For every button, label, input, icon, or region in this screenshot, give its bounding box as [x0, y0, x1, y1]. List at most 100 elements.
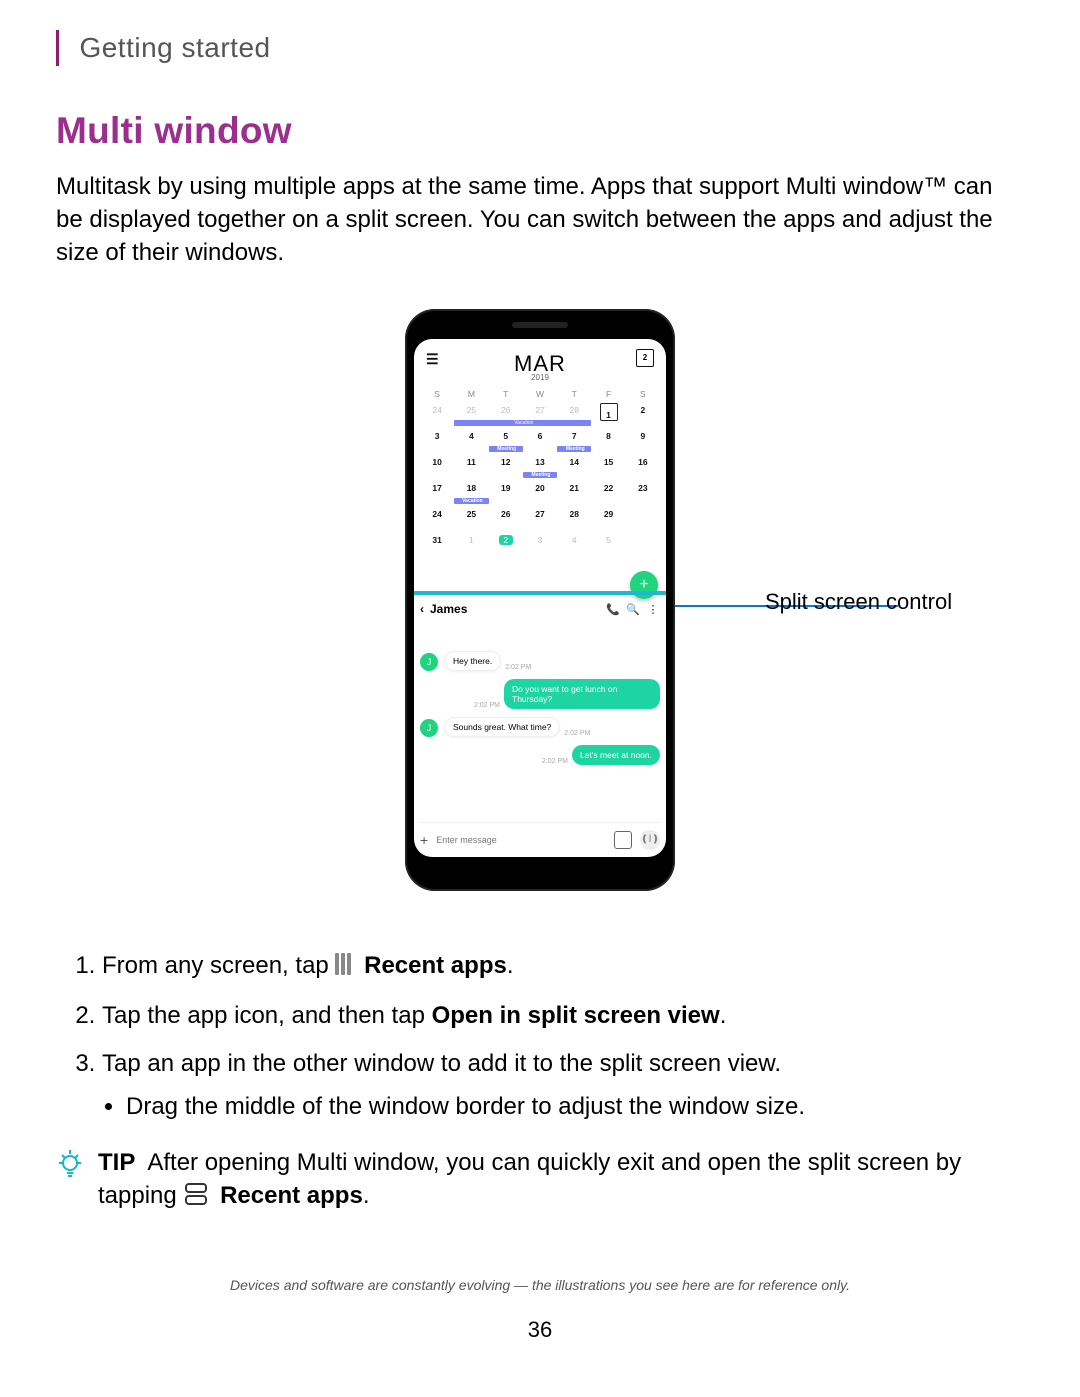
day[interactable]: 28 — [557, 402, 591, 415]
event-bar: Vacation — [454, 498, 488, 504]
tip-block: TIP After opening Multi window, you can … — [56, 1146, 1024, 1213]
calendar-grid: S M T W T F S 24 25 Vacation — [420, 386, 660, 558]
day[interactable]: 20 — [523, 480, 557, 493]
day[interactable]: 26 — [489, 402, 523, 415]
phone-screen: ☰ MAR 2 2019 S M T W T — [414, 339, 666, 857]
day[interactable]: 23 — [626, 480, 660, 493]
day[interactable]: 9 — [626, 428, 660, 441]
day[interactable]: 8 — [591, 428, 625, 441]
day[interactable]: 4 — [454, 428, 488, 441]
header-rule — [56, 30, 59, 66]
event-bar: Meeting — [523, 472, 557, 478]
day[interactable]: 4 — [557, 532, 591, 545]
step-3-sub: Drag the middle of the window border to … — [126, 1090, 1024, 1124]
dow: S — [626, 386, 660, 402]
day[interactable]: 27 — [523, 402, 557, 415]
day[interactable]: 10 — [420, 454, 454, 467]
today-cell[interactable]: 1 — [600, 403, 618, 421]
event-bar: Meeting — [489, 446, 523, 452]
section-header: Getting started — [56, 30, 1024, 66]
avatar: J — [420, 719, 438, 737]
day[interactable]: 3 — [523, 532, 557, 545]
day[interactable]: 2 — [626, 402, 660, 415]
dow: W — [523, 386, 557, 402]
day[interactable] — [626, 506, 660, 509]
dow: S — [420, 386, 454, 402]
day[interactable]: 12 — [489, 454, 523, 467]
message-composer: + Enter message ❪ǀ❫ — [420, 822, 660, 853]
incoming-bubble[interactable]: Hey there. — [444, 651, 501, 671]
day[interactable]: 31 — [420, 532, 454, 545]
page-title: Multi window — [56, 110, 1024, 152]
recent-apps-label: Recent apps — [364, 952, 507, 979]
day[interactable]: 28 — [557, 506, 591, 519]
dow: T — [557, 386, 591, 402]
calendar-app: ☰ MAR 2 2019 S M T W T — [414, 339, 666, 591]
message-thread: J Hey there. 2:02 PM 2:02 PM Do you want… — [420, 623, 660, 765]
call-icon[interactable]: 📞 — [606, 603, 620, 616]
day[interactable]: 14 — [557, 454, 591, 467]
day[interactable]: 2 — [499, 535, 513, 545]
timestamp: 2:02 PM — [505, 664, 531, 671]
day[interactable]: 18 — [454, 480, 488, 493]
back-icon[interactable]: ‹ — [420, 602, 424, 616]
outgoing-bubble[interactable]: Do you want to get lunch on Thursday? — [504, 679, 660, 709]
dow: T — [489, 386, 523, 402]
tip-bulb-icon — [56, 1146, 84, 1213]
day[interactable]: 11 — [454, 454, 488, 467]
tip-text: TIP After opening Multi window, you can … — [98, 1146, 1024, 1213]
composer-placeholder[interactable]: Enter message — [436, 835, 606, 845]
day[interactable]: 16 — [626, 454, 660, 467]
timestamp: 2:02 PM — [474, 702, 500, 709]
day[interactable]: 27 — [523, 506, 557, 519]
step-2: Tap the app icon, and then tap Open in s… — [102, 999, 1024, 1033]
search-icon[interactable]: 🔍 — [626, 603, 640, 616]
day[interactable]: 25 — [454, 402, 488, 415]
day[interactable]: 13 — [523, 454, 557, 467]
contact-name: James — [430, 602, 600, 616]
message-row: J Hey there. 2:02 PM — [420, 651, 660, 671]
outgoing-bubble[interactable]: Let's meet at noon. — [572, 745, 660, 765]
day[interactable]: 17 — [420, 480, 454, 493]
day[interactable]: 1 — [454, 532, 488, 545]
steps-list: From any screen, tap Recent apps. Tap th… — [74, 949, 1024, 1123]
message-row: J Sounds great. What time? 2:02 PM — [420, 717, 660, 737]
day[interactable]: 15 — [591, 454, 625, 467]
day[interactable]: 21 — [557, 480, 591, 493]
day[interactable]: 7 — [557, 428, 591, 441]
menu-icon[interactable]: ☰ — [426, 351, 439, 368]
recent-apps-icon — [335, 951, 353, 985]
step-1: From any screen, tap Recent apps. — [102, 949, 1024, 985]
more-icon[interactable]: ⋮ — [646, 603, 660, 616]
illustration-wrap: Split screen control ☰ MAR 2 2019 — [56, 309, 1024, 915]
day[interactable]: 6 — [523, 428, 557, 441]
today-icon[interactable]: 2 — [636, 349, 654, 367]
recent-apps-rings-icon — [185, 1183, 207, 1207]
day[interactable]: 22 — [591, 480, 625, 493]
voice-record-icon[interactable]: ❪ǀ❫ — [640, 830, 660, 850]
day[interactable]: 24 — [420, 402, 454, 415]
sticker-icon[interactable] — [614, 831, 632, 849]
calendar-month: MAR — [514, 351, 566, 377]
day[interactable]: 24 — [420, 506, 454, 519]
day[interactable]: 3 — [420, 428, 454, 441]
day[interactable]: 5 — [489, 428, 523, 441]
day[interactable]: 19 — [489, 480, 523, 493]
page-number: 36 — [56, 1317, 1024, 1343]
avatar: J — [420, 653, 438, 671]
day[interactable]: 26 — [489, 506, 523, 519]
message-row: 2:02 PM Let's meet at noon. — [420, 745, 660, 765]
day[interactable]: 29 — [591, 506, 625, 519]
day[interactable] — [626, 532, 660, 535]
messages-app: ‹ James 📞 🔍 ⋮ J Hey there. 2:02 PM — [414, 595, 666, 857]
event-bar: Meeting — [557, 446, 591, 452]
dow: M — [454, 386, 488, 402]
recent-apps-label: Recent apps — [220, 1182, 363, 1209]
day[interactable]: 25 — [454, 506, 488, 519]
breadcrumb-section: Getting started — [79, 32, 270, 64]
step-3: Tap an app in the other window to add it… — [102, 1047, 1024, 1123]
day[interactable]: 5 — [591, 532, 625, 545]
incoming-bubble[interactable]: Sounds great. What time? — [444, 717, 560, 737]
attach-icon[interactable]: + — [420, 832, 428, 848]
dow-row: S M T W T F S — [420, 386, 660, 402]
